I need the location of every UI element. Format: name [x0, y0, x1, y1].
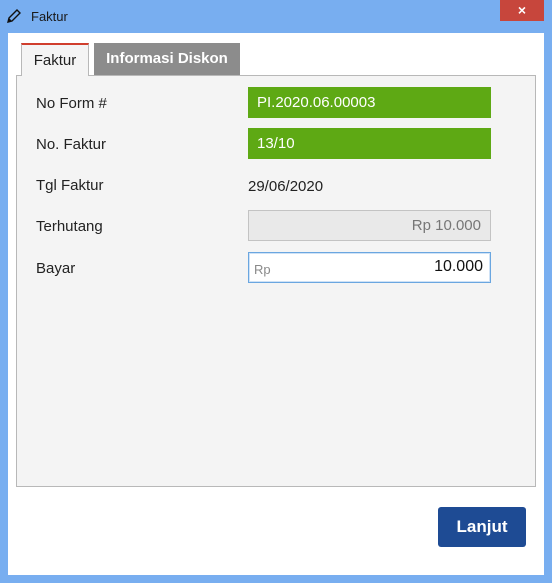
window-title: Faktur — [31, 9, 68, 24]
terhutang-field: Rp 10.000 — [248, 210, 491, 241]
lanjut-button[interactable]: Lanjut — [438, 507, 526, 547]
no-form-label: No Form # — [36, 95, 107, 112]
no-faktur-field[interactable]: 13/10 — [248, 128, 491, 159]
tgl-faktur-value: 29/06/2020 — [248, 178, 324, 195]
bayar-value: 10.000 — [434, 258, 483, 275]
dialog-content: Faktur Informasi Diskon No Form # PI.202… — [8, 33, 544, 575]
bayar-currency-prefix: Rp — [254, 262, 271, 277]
close-button[interactable]: × — [500, 0, 544, 21]
no-faktur-label: No. Faktur — [36, 136, 107, 153]
title-bar[interactable]: Faktur × — [0, 0, 552, 33]
pencil-icon — [7, 9, 21, 23]
bayar-input[interactable]: Rp 10.000 — [248, 252, 491, 283]
tab-informasi-diskon[interactable]: Informasi Diskon — [94, 43, 240, 75]
dialog-window: Faktur × Faktur Informasi Diskon No Form… — [0, 0, 552, 583]
tgl-faktur-label: Tgl Faktur — [36, 177, 104, 194]
bayar-label: Bayar — [36, 260, 76, 277]
tab-faktur[interactable]: Faktur — [21, 43, 89, 76]
no-form-field[interactable]: PI.2020.06.00003 — [248, 87, 491, 118]
tab-panel-faktur: No Form # PI.2020.06.00003 No. Faktur 13… — [16, 75, 536, 487]
terhutang-label: Terhutang — [36, 218, 103, 235]
